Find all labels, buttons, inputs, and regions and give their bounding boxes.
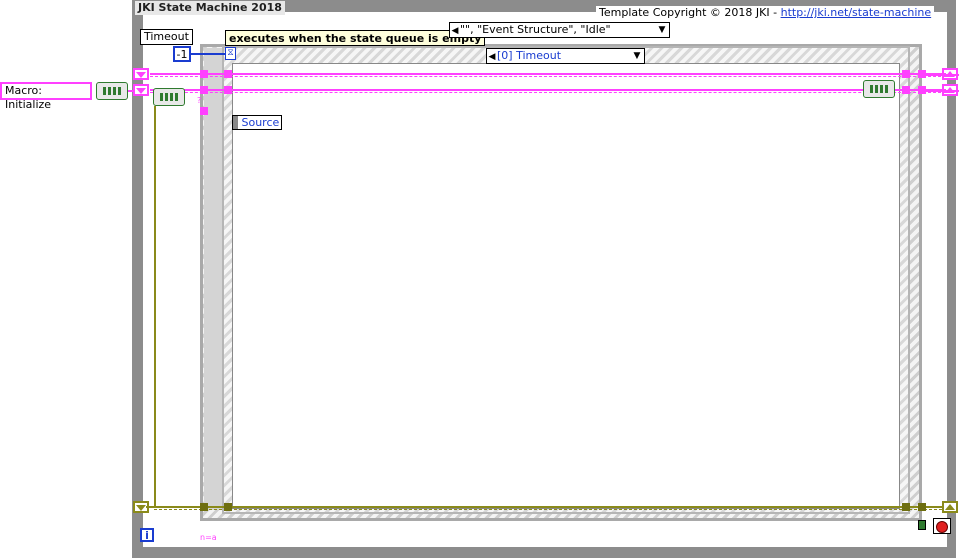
prev-event-icon[interactable]: ◀ <box>487 50 497 64</box>
while-loop-label: JKI State Machine 2018 <box>135 1 285 15</box>
n-label: n=a <box>200 533 217 542</box>
case-comment: executes when the state queue is empty <box>225 30 486 46</box>
event-structure-left-rail <box>204 48 222 510</box>
shift-register-left-top[interactable] <box>133 68 149 80</box>
tunnel-bottom-left-inner <box>224 86 232 94</box>
error-tunnel-left-inner <box>224 503 232 511</box>
wire-inner-bottom-dashed <box>150 92 946 93</box>
tunnel-bottom-right-outer <box>918 86 926 94</box>
dequeue-node[interactable] <box>153 88 185 106</box>
event-data-node[interactable]: Source <box>232 115 282 130</box>
macro-initialize-constant[interactable]: Macro: Initialize <box>0 82 92 111</box>
tunnel-top-left <box>200 70 208 78</box>
error-wire-bottom <box>146 506 942 508</box>
tunnel-bottom-left <box>200 86 208 94</box>
copyright-note: Template Copyright © 2018 JKI - http://j… <box>596 6 935 20</box>
tunnel-top-left-inner <box>224 70 232 78</box>
concatenate-node[interactable] <box>863 80 895 98</box>
wire-timeout <box>191 53 225 55</box>
case-selector[interactable]: ◀ "", "Event Structure", "Idle" ▼ <box>449 22 670 38</box>
source-label: Source <box>241 116 280 129</box>
array-icon <box>103 87 121 95</box>
copyright-link[interactable]: http://jki.net/state-machine <box>781 6 932 19</box>
timeout-constant[interactable]: -1 <box>173 46 191 62</box>
timeout-label: Timeout <box>140 29 193 45</box>
error-tunnel-right <box>902 503 910 511</box>
wire-macro-to-sr <box>128 90 134 92</box>
copyright-text: Template Copyright © 2018 JKI - <box>599 6 781 19</box>
wire-inner-top <box>150 73 946 75</box>
case-selector-label: "", "Event Structure", "Idle" <box>460 23 611 36</box>
tunnel-bottom-right <box>902 86 910 94</box>
iteration-terminal[interactable]: i <box>140 528 154 542</box>
case-dropdown-icon[interactable]: ▼ <box>657 23 667 37</box>
string-to-array-node[interactable] <box>96 82 128 100</box>
wire-inner-bottom <box>150 89 946 91</box>
wire-inner-top-dashed <box>150 76 946 77</box>
shift-register-left-bottom[interactable] <box>133 84 149 96</box>
stop-input-tunnel <box>918 520 926 530</box>
shift-register-right-error[interactable] <box>942 501 958 513</box>
error-indicator: ? <box>197 96 202 105</box>
error-wire-dashed <box>154 509 942 510</box>
case-structure-diagram <box>232 63 900 509</box>
event-selector[interactable]: ◀ [0] Timeout ▼ <box>486 48 645 64</box>
event-selector-label: [0] Timeout <box>497 49 562 62</box>
tunnel-dequeue <box>200 107 208 115</box>
event-dropdown-icon[interactable]: ▼ <box>632 49 642 63</box>
prev-case-icon[interactable]: ◀ <box>450 24 460 38</box>
array-icon <box>160 93 178 101</box>
hourglass-icon[interactable]: ⧖ <box>225 47 236 60</box>
error-wire-vertical <box>154 106 156 508</box>
event-data-handle <box>233 116 238 129</box>
tunnel-top-right <box>902 70 910 78</box>
error-tunnel-left <box>200 503 208 511</box>
error-tunnel-right-outer <box>918 503 926 511</box>
stop-icon <box>936 521 948 533</box>
stop-terminal[interactable] <box>933 518 951 534</box>
tunnel-top-right-outer <box>918 70 926 78</box>
array-icon <box>870 85 888 93</box>
